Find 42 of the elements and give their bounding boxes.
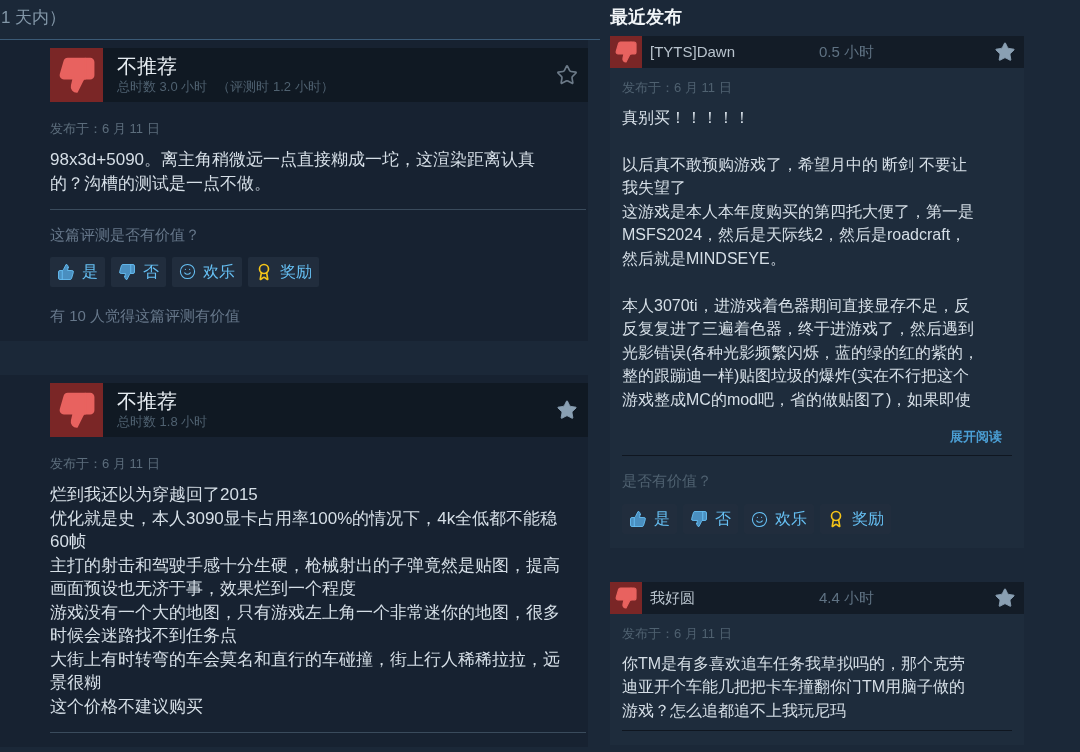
- review-text: 98x3d+5090。离主角稍微远一点直接糊成一坨，这渲染距离认真的？沟槽的测试是一点不做。: [50, 149, 537, 195]
- thumbs-down-icon: [690, 510, 708, 528]
- star-icon[interactable]: [994, 41, 1016, 63]
- thumbs-down-icon: [118, 262, 136, 281]
- review-text: 以后真不敢预购游戏了，希望月中的 断剑 不要让我失望了: [622, 154, 968, 198]
- author-name[interactable]: 我好圆: [650, 586, 819, 610]
- helpful-count: 有 10 人觉得这篇评测有价值: [50, 305, 242, 326]
- review-text: 优化就是史，本人3090显卡占用率100%的情况下，4k全低都不能稳60帧: [50, 507, 559, 553]
- filter-label: 1 天内）: [0, 6, 67, 29]
- review-text: 本人3070ti，进游戏着色器期间直接显存不足，反反复复进了三遍着色器，终于进游戏了，然后遇到光影错误(各种光影频繁闪烁，蓝的绿的红的紫的，整的跟蹦迪一样)贴图垃圾的爆炸(实在不行把这个游戏整成MC的mod吧，省的做贴图了)，如果即使: [622, 295, 980, 410]
- playtime-text: 0.5 小时: [819, 41, 876, 62]
- smiley-icon: [751, 510, 768, 528]
- review-text: 烂到我还以为穿越回了2015: [50, 484, 259, 506]
- review-text: 主打的射击和驾驶手感十分生硬，枪械射出的子弹竟然是贴图，提高画面预设也无济于事，效果烂到一个程度: [50, 554, 561, 600]
- review-text: 大街上有时转弯的车会莫名和直行的车碰撞，街上行人稀稀拉拉，远景很糊: [50, 648, 561, 694]
- smiley-icon: [179, 263, 196, 280]
- helpful-prompt: 这篇评测是否有价值？: [50, 225, 201, 245]
- review-text: 游戏没有一个大的地图，只有游戏左上角一个非常迷你的地图，很多时候会迷路找不到任务点: [50, 601, 561, 647]
- thumbs-up-icon: [57, 262, 75, 281]
- review-text: 这游戏是本人本年度购买的第四托大便了，第一是MSFS2024，然后是天际线2，然后是roadcraft，然后就是MINDSEYE。: [622, 201, 975, 269]
- funny-vote-button[interactable]: 欢乐: [172, 256, 242, 287]
- award-vote-button[interactable]: 奖励: [248, 256, 319, 287]
- post-date: 发布于：6 月 11 日: [50, 455, 161, 473]
- thumbs-up-icon: [629, 510, 647, 528]
- expand-link[interactable]: 展开阅读: [950, 427, 1002, 447]
- verdict-title: 不推荐: [117, 54, 178, 78]
- star-icon[interactable]: [994, 587, 1016, 609]
- no-vote-button[interactable]: 否: [111, 256, 166, 287]
- review-playtime-text: （评测时 1.2 小时）: [217, 78, 334, 96]
- yes-vote-button[interactable]: 是: [50, 256, 105, 287]
- author-name[interactable]: [TYTS]Dawn: [650, 40, 819, 64]
- review-text: 你TM是有多喜欢追车任务我草拟吗的，那个克劳迪亚开个车能几把把卡车撞翻你门TM用脑子做的游戏？怎么追都追不上我玩尼玛: [622, 653, 967, 721]
- star-icon[interactable]: [556, 64, 578, 86]
- section-title: 最近发布: [610, 5, 683, 29]
- playtime-text: 总时数 3.0 小时: [117, 78, 208, 96]
- star-icon[interactable]: [556, 399, 578, 421]
- review-text: 真别买！！！！！: [622, 107, 751, 128]
- post-date: 发布于：6 月 11 日: [50, 120, 161, 138]
- verdict-title: 不推荐: [117, 389, 178, 413]
- playtime-text: 总时数 1.8 小时: [117, 413, 208, 431]
- review-text: 这个价格不建议购买: [50, 695, 204, 718]
- playtime-text: 4.4 小时: [819, 587, 876, 608]
